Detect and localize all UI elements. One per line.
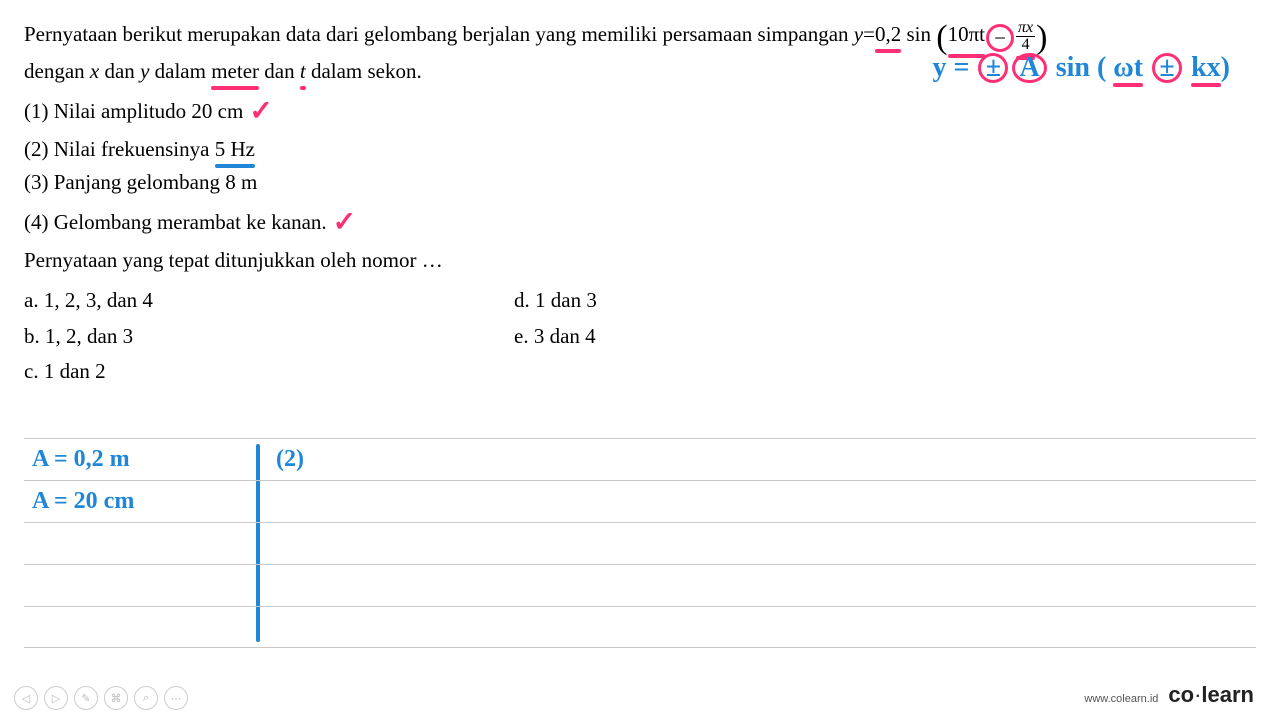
notebook-row-4 [24,564,1256,606]
option-a: a. 1, 2, 3, dan 4 [24,284,514,317]
term-10pi-t: 10πt [948,18,985,51]
notebook-row-5 [24,606,1256,648]
hw-y: y [933,52,947,83]
nb-r2-left: A = 20 cm [24,488,256,515]
more-icon[interactable]: ⋯ [164,686,188,710]
statement-1: (1) Nilai amplitudo 20 cm✓ [24,89,1256,132]
option-c: c. 1 dan 2 [24,355,514,388]
s4-text: Gelombang merambat ke kanan. [54,210,327,234]
circled-pm-2: ± [1152,53,1182,83]
paren-right: ) [1036,21,1047,55]
equals: = [863,22,875,46]
footer-url: www.colearn.id [1084,693,1158,705]
t2: dan [99,59,140,83]
var-x: x [90,59,99,83]
circled-pm-1: ± [978,53,1008,83]
frac-den: 4 [1016,37,1035,53]
s4-num: (4) [24,210,54,234]
frac-num: πx [1016,20,1035,37]
notebook-row-2: A = 20 cm [24,480,1256,522]
brand-co: co [1168,682,1194,707]
check-icon: ✓ [333,200,356,243]
prompt-line: Pernyataan yang tepat ditunjukkan oleh n… [24,244,1256,277]
equation: y=0,2 sin (10πt−πx4) [854,22,1048,46]
var-t: t [300,59,306,83]
s1-text: Nilai amplitudo 20 cm [54,99,244,123]
brand-logo: co·learn [1168,682,1254,708]
t5: dalam sekon. [306,59,422,83]
options-block: a. 1, 2, 3, dan 4 b. 1, 2, dan 3 c. 1 da… [24,281,1256,388]
var-y: y [854,22,863,46]
brand-learn: learn [1201,682,1254,707]
next-icon[interactable]: ▷ [44,686,68,710]
prev-icon[interactable]: ◁ [14,686,38,710]
intro-text: Pernyataan berikut merupakan data dari g… [24,22,854,46]
options-col-left: a. 1, 2, 3, dan 4 b. 1, 2, dan 3 c. 1 da… [24,281,514,388]
coef-0-2: 0,2 [875,18,901,51]
hw-rparen: ) [1221,52,1230,83]
s2-num: (2) [24,137,54,161]
notebook-area: A = 0,2 m (2) A = 20 cm [24,438,1256,648]
circled-A: A [1012,53,1046,83]
question-intro-line-1: Pernyataan berikut merupakan data dari g… [24,18,1256,55]
options-col-right: d. 1 dan 3 e. 3 dan 4 [514,281,1004,388]
nb-r1-left: A = 0,2 m [24,446,256,473]
hw-kx: kx [1191,52,1221,83]
option-b: b. 1, 2, dan 3 [24,320,514,353]
paren-left: ( [936,21,947,55]
s3-text: Panjang gelombang 8 m [54,170,258,194]
statement-4: (4) Gelombang merambat ke kanan.✓ [24,200,1256,243]
sin: sin [901,22,936,46]
fraction-pix-over-4: πx4 [1016,20,1035,53]
t1: dengan [24,59,90,83]
hw-wt: ωt [1113,52,1143,83]
statement-3: (3) Panjang gelombang 8 m [24,166,1256,199]
check-icon: ✓ [249,89,272,132]
word-meter: meter [211,55,259,88]
nb-r1-right: (2) [256,446,304,473]
s1-num: (1) [24,99,54,123]
handwritten-formula: y = ±A sin ( ωt ± kx) [933,52,1230,84]
bottom-toolbar: ◁ ▷ ✎ ⌘ ⌕ ⋯ [14,686,188,710]
edit-icon[interactable]: ✎ [74,686,98,710]
s3-num: (3) [24,170,54,194]
zoom-icon[interactable]: ⌕ [134,686,158,710]
statement-2: (2) Nilai frekuensinya 5 Hz [24,133,1256,166]
option-d: d. 1 dan 3 [514,284,1004,317]
footer: www.colearn.id co·learn [1084,682,1254,708]
hw-lparen: ( [1097,52,1106,83]
notebook-row-3 [24,522,1256,564]
circled-minus: − [986,24,1014,52]
hw-eq: = [954,52,970,83]
s2-text-b: 5 Hz [215,133,255,166]
t4: dan [259,59,300,83]
hw-sin: sin [1056,52,1090,83]
camera-icon[interactable]: ⌘ [104,686,128,710]
t3: dalam [149,59,211,83]
var-y2: y [140,59,149,83]
s2-text-a: Nilai frekuensinya [54,137,215,161]
notebook-row-1: A = 0,2 m (2) [24,438,1256,480]
option-e: e. 3 dan 4 [514,320,1004,353]
